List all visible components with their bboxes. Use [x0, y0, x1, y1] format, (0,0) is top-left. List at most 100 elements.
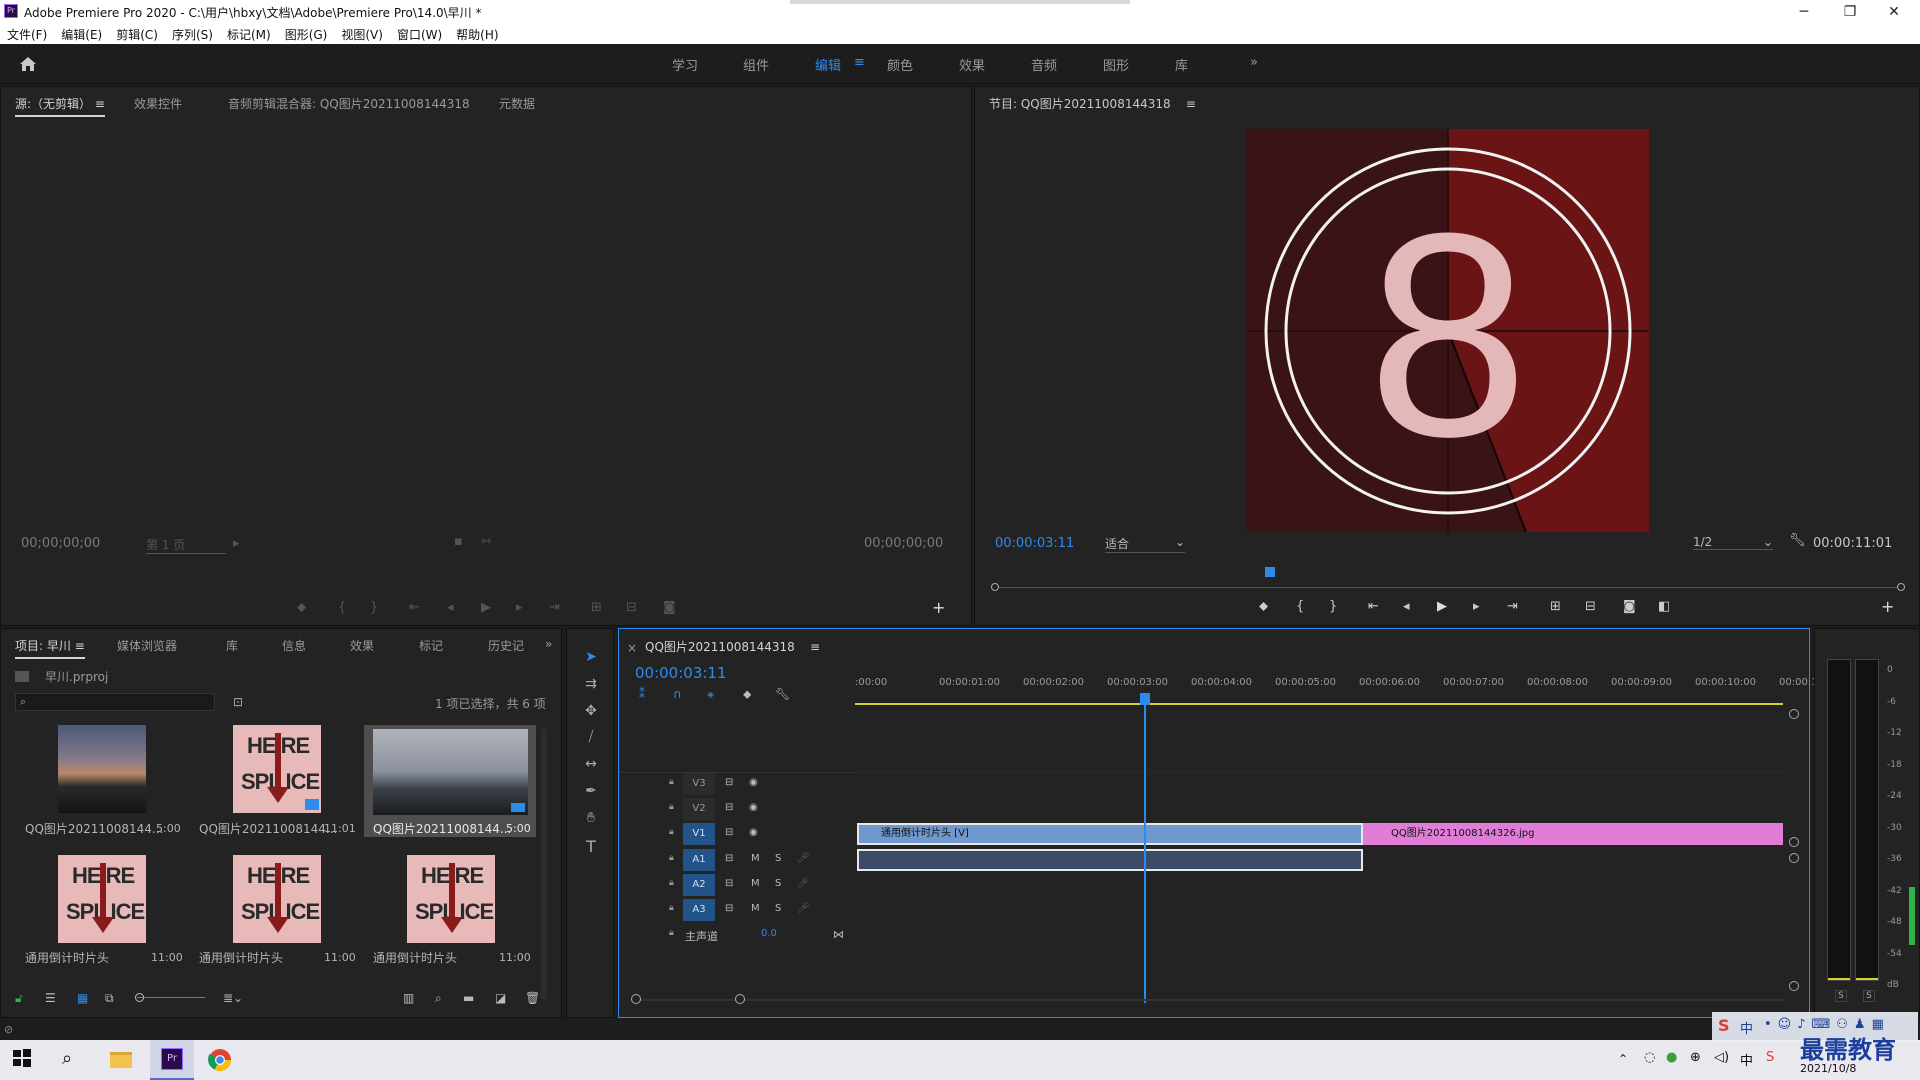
workspace-menu-icon[interactable]: ≡: [854, 55, 865, 70]
linked-selection-icon[interactable]: ⚹: [707, 687, 714, 702]
chrome-icon[interactable]: [208, 1048, 232, 1072]
workspace-graphics[interactable]: 图形: [1103, 55, 1129, 74]
source-page-dropdown[interactable]: 第 1 页: [146, 536, 226, 554]
menu-window[interactable]: 窗口(W): [390, 24, 449, 45]
menu-view[interactable]: 视图(V): [334, 24, 390, 45]
list-view-icon[interactable]: ☰: [45, 991, 56, 1005]
track-sync-lock-icon[interactable]: ⊟: [725, 827, 733, 838]
hand-tool-icon[interactable]: ✋︎: [581, 810, 601, 830]
program-settings-icon[interactable]: 🔧︎: [1789, 533, 1806, 548]
program-playhead[interactable]: [1265, 567, 1275, 577]
tab-audio-clip-mixer[interactable]: 音频剪辑混合器: QQ图片20211008144318: [228, 95, 470, 112]
program-marker-icon[interactable]: ⬥: [1259, 599, 1268, 614]
source-next-page-icon[interactable]: ▸: [233, 536, 240, 551]
automate-to-sequence-icon[interactable]: ▥: [403, 991, 414, 1005]
program-export-frame-icon[interactable]: ◙: [1623, 599, 1636, 614]
track-lock-icon[interactable]: 🔒︎: [669, 903, 674, 913]
slip-tool-icon[interactable]: ↔: [581, 756, 601, 776]
track-label-a2[interactable]: A2: [683, 874, 715, 896]
vertical-zoom-handle-bottom[interactable]: [1789, 981, 1799, 991]
zoom-slider[interactable]: [137, 997, 205, 998]
program-goto-in-icon[interactable]: ⇤: [1368, 599, 1379, 614]
program-time-ruler[interactable]: [991, 567, 1905, 597]
project-scrollbar[interactable]: [541, 729, 547, 999]
source-add-button-icon[interactable]: +: [932, 598, 945, 617]
track-mute-button[interactable]: M: [751, 903, 760, 914]
workspace-effects[interactable]: 效果: [959, 55, 985, 74]
sequence-tab[interactable]: QQ图片20211008144318 ≡: [645, 638, 820, 655]
track-lock-icon[interactable]: 🔒︎: [669, 878, 674, 888]
program-play-icon[interactable]: ▶: [1437, 599, 1447, 614]
program-timecode[interactable]: 00:00:03:11: [995, 536, 1074, 551]
program-mark-out-icon[interactable]: }: [1329, 599, 1337, 614]
track-solo-button[interactable]: S: [775, 878, 781, 889]
program-add-button-icon[interactable]: +: [1881, 597, 1894, 616]
insert-nest-icon[interactable]: ⁑: [639, 687, 645, 701]
master-lock-icon[interactable]: 🔒︎: [669, 928, 674, 938]
track-visibility-icon[interactable]: ◉: [749, 777, 758, 788]
tab-markers[interactable]: 标记: [419, 637, 443, 654]
track-label-v1[interactable]: V1: [683, 823, 715, 845]
source-goto-in-icon[interactable]: ⇤: [409, 600, 420, 615]
tab-history[interactable]: 历史记: [488, 637, 524, 654]
home-icon[interactable]: [18, 54, 38, 74]
solo-right-button[interactable]: S: [1863, 990, 1875, 1002]
master-goto-icon[interactable]: ⋈: [833, 928, 844, 941]
program-extract-icon[interactable]: ⊟: [1585, 599, 1596, 614]
restore-button[interactable]: ❐: [1830, 2, 1870, 22]
track-lock-icon[interactable]: 🔒︎: [669, 802, 674, 812]
freeform-view-icon[interactable]: ⧉: [105, 991, 114, 1006]
program-ruler-end-handle[interactable]: [1897, 583, 1905, 591]
resolution-dropdown[interactable]: 1/2 ⌄: [1693, 535, 1773, 550]
track-sync-lock-icon[interactable]: ⊟: [725, 878, 733, 889]
source-insert-icon[interactable]: ⊞: [591, 600, 602, 615]
source-overwrite-icon[interactable]: ⊟: [626, 600, 637, 615]
horizontal-zoom-handle-left[interactable]: [631, 994, 641, 1004]
source-settings-icon[interactable]: ⇿: [481, 534, 492, 549]
track-mute-button[interactable]: M: [751, 878, 760, 889]
program-ruler-start-handle[interactable]: [991, 583, 999, 591]
source-timecode[interactable]: 00;00;00;00: [21, 536, 100, 551]
track-visibility-icon[interactable]: ◉: [749, 802, 758, 813]
zoom-slider-handle[interactable]: [135, 993, 144, 1002]
track-sync-lock-icon[interactable]: ⊟: [725, 853, 733, 864]
menu-markers[interactable]: 标记(M): [220, 24, 278, 45]
panel-more-icon[interactable]: »: [545, 637, 552, 651]
workspace-editing[interactable]: 编辑: [815, 55, 841, 74]
workspace-color[interactable]: 颜色: [887, 55, 913, 74]
program-goto-out-icon[interactable]: ⇥: [1507, 599, 1518, 614]
workspace-audio[interactable]: 音频: [1031, 55, 1057, 74]
tray-app-icon[interactable]: ●: [1666, 1050, 1677, 1065]
vertical-zoom-handle-mid[interactable]: [1789, 837, 1799, 847]
solo-left-button[interactable]: S: [1835, 990, 1847, 1002]
project-search-input[interactable]: ⌕: [15, 693, 215, 711]
find-icon[interactable]: ⌕: [435, 991, 442, 1006]
ripple-edit-tool-icon[interactable]: ✥: [581, 703, 601, 723]
project-item-thumb-2[interactable]: HE RE SPL ICE: [233, 725, 321, 813]
vertical-zoom-handle-top[interactable]: [1789, 709, 1799, 719]
workspace-more-icon[interactable]: »: [1250, 55, 1258, 70]
program-compare-icon[interactable]: ◧: [1658, 599, 1670, 614]
snap-icon[interactable]: ∩: [673, 687, 682, 701]
project-item-thumb-5[interactable]: HE RE SPL ICE: [233, 855, 321, 943]
project-item-thumb-1[interactable]: [58, 725, 146, 813]
tab-source[interactable]: 源:（无剪辑） ≡: [15, 95, 105, 117]
menu-clip[interactable]: 剪辑(C): [109, 24, 165, 45]
new-bin-icon[interactable]: ▬: [463, 991, 474, 1005]
program-step-back-icon[interactable]: ◂: [1403, 599, 1410, 614]
track-label-v3[interactable]: V3: [683, 773, 715, 795]
tray-chevron-icon[interactable]: ⌃: [1618, 1052, 1628, 1066]
track-lock-icon[interactable]: 🔒︎: [669, 827, 674, 837]
timeline-timecode[interactable]: 00:00:03:11: [635, 664, 727, 682]
type-tool-icon[interactable]: T: [581, 837, 601, 857]
tab-metadata[interactable]: 元数据: [499, 95, 535, 112]
timeline-settings-icon[interactable]: 🔧︎: [775, 687, 790, 701]
windows-start-icon[interactable]: [12, 1048, 36, 1072]
razor-tool-icon[interactable]: ⧸: [581, 729, 601, 749]
program-title[interactable]: 节目: QQ图片20211008144318 ≡: [989, 95, 1196, 112]
project-item-thumb-4[interactable]: HE RE SPL ICE: [58, 855, 146, 943]
clip-countdown-audio[interactable]: [857, 849, 1363, 871]
workspace-learn[interactable]: 学习: [672, 55, 698, 74]
project-item-thumb-3[interactable]: [373, 729, 528, 815]
workspace-libraries[interactable]: 库: [1175, 55, 1188, 74]
